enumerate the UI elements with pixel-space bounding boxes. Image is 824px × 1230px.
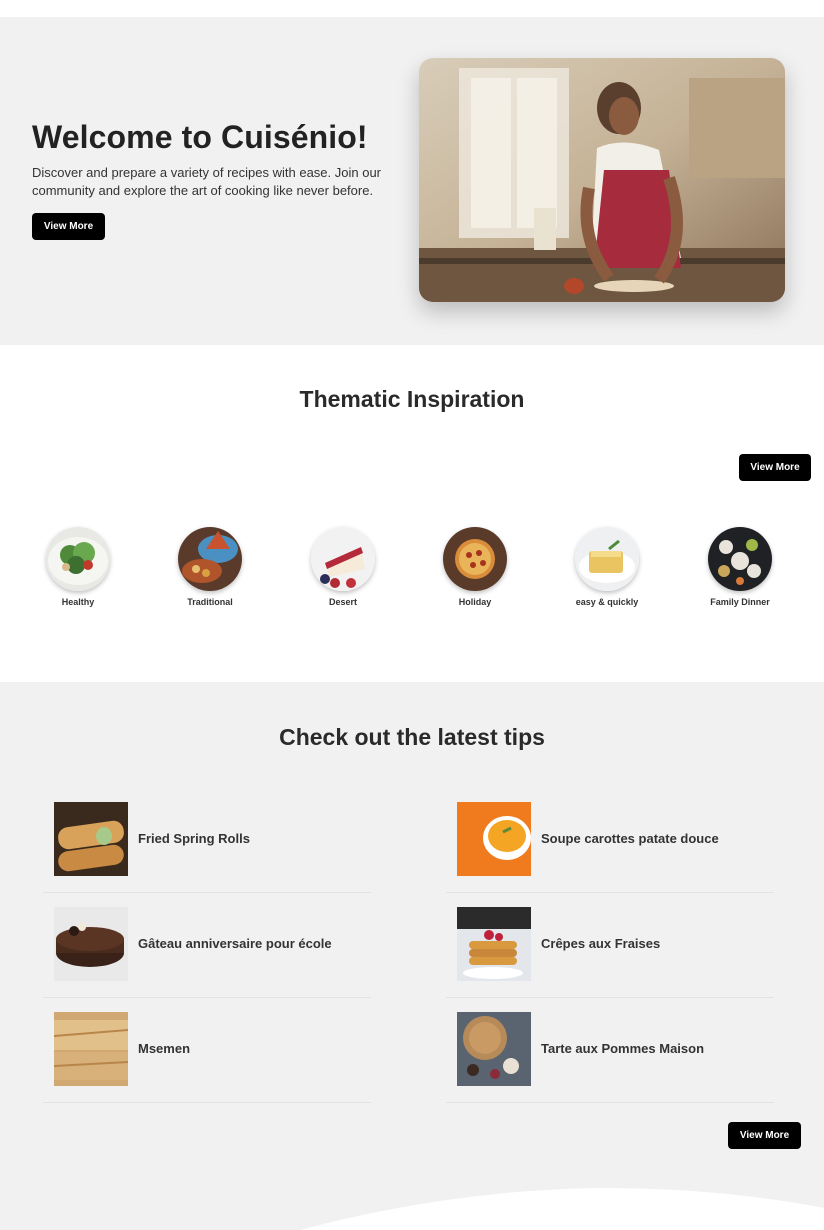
tip-title: Soupe carottes patate douce xyxy=(541,831,719,846)
category-label: Desert xyxy=(328,597,357,607)
thematic-section: Thematic Inspiration View More Healthy T… xyxy=(0,345,824,682)
tip-thumbnail xyxy=(54,907,128,981)
tips-title: Check out the latest tips xyxy=(279,724,545,750)
category-easy-quickly-image xyxy=(575,527,639,591)
category-desert-image xyxy=(311,527,375,591)
thematic-view-more-button[interactable]: View More xyxy=(739,454,811,481)
hero-image xyxy=(419,58,785,302)
category-desert[interactable]: Desert xyxy=(288,527,398,607)
category-traditional[interactable]: Traditional xyxy=(155,527,265,607)
tip-item[interactable]: Fried Spring Rolls xyxy=(43,788,371,893)
tip-thumbnail xyxy=(54,1012,128,1086)
tip-thumbnail xyxy=(457,907,531,981)
thematic-title: Thematic Inspiration xyxy=(299,386,525,412)
tip-title: Msemen xyxy=(138,1041,191,1056)
tip-title: Gâteau anniversaire pour école xyxy=(138,936,332,951)
category-label: easy & quickly xyxy=(575,597,639,607)
tip-item[interactable]: Msemen xyxy=(43,998,371,1103)
category-label: Family Dinner xyxy=(710,597,770,607)
tip-thumbnail xyxy=(457,1012,531,1086)
category-label: Traditional xyxy=(187,597,233,607)
hero-view-more-button[interactable]: View More xyxy=(32,213,105,240)
tip-item[interactable]: Soupe carottes patate douce xyxy=(446,788,774,893)
category-family-dinner-image xyxy=(708,527,772,591)
tip-title: Crêpes aux Fraises xyxy=(541,936,661,951)
category-healthy[interactable]: Healthy xyxy=(23,527,133,607)
tips-view-more-button[interactable]: View More xyxy=(728,1122,801,1149)
category-holiday[interactable]: Holiday xyxy=(420,527,530,607)
category-family-dinner[interactable]: Family Dinner xyxy=(685,527,795,607)
tip-item[interactable]: Crêpes aux Fraises xyxy=(446,893,774,998)
hero-section: Welcome to Cuisénio! Discover and prepar… xyxy=(0,17,824,345)
tip-title: Fried Spring Rolls xyxy=(138,831,250,846)
category-traditional-image xyxy=(178,527,242,591)
category-label: Healthy xyxy=(61,597,95,607)
tip-thumbnail xyxy=(457,802,531,876)
tip-title: Tarte aux Pommes Maison xyxy=(541,1041,705,1056)
category-healthy-image xyxy=(46,527,110,591)
category-easy-quickly[interactable]: easy & quickly xyxy=(552,527,662,607)
tip-item[interactable]: Tarte aux Pommes Maison xyxy=(446,998,774,1103)
category-label: Holiday xyxy=(458,597,492,607)
hero-description: Discover and prepare a variety of recipe… xyxy=(32,165,382,198)
footer-wave xyxy=(0,1188,824,1230)
category-holiday-image xyxy=(443,527,507,591)
tip-item[interactable]: Gâteau anniversaire pour école xyxy=(43,893,371,998)
tips-section: Check out the latest tips Fried Spring R… xyxy=(0,682,824,1230)
tip-thumbnail xyxy=(54,802,128,876)
hero-title: Welcome to Cuisénio! xyxy=(32,119,368,155)
